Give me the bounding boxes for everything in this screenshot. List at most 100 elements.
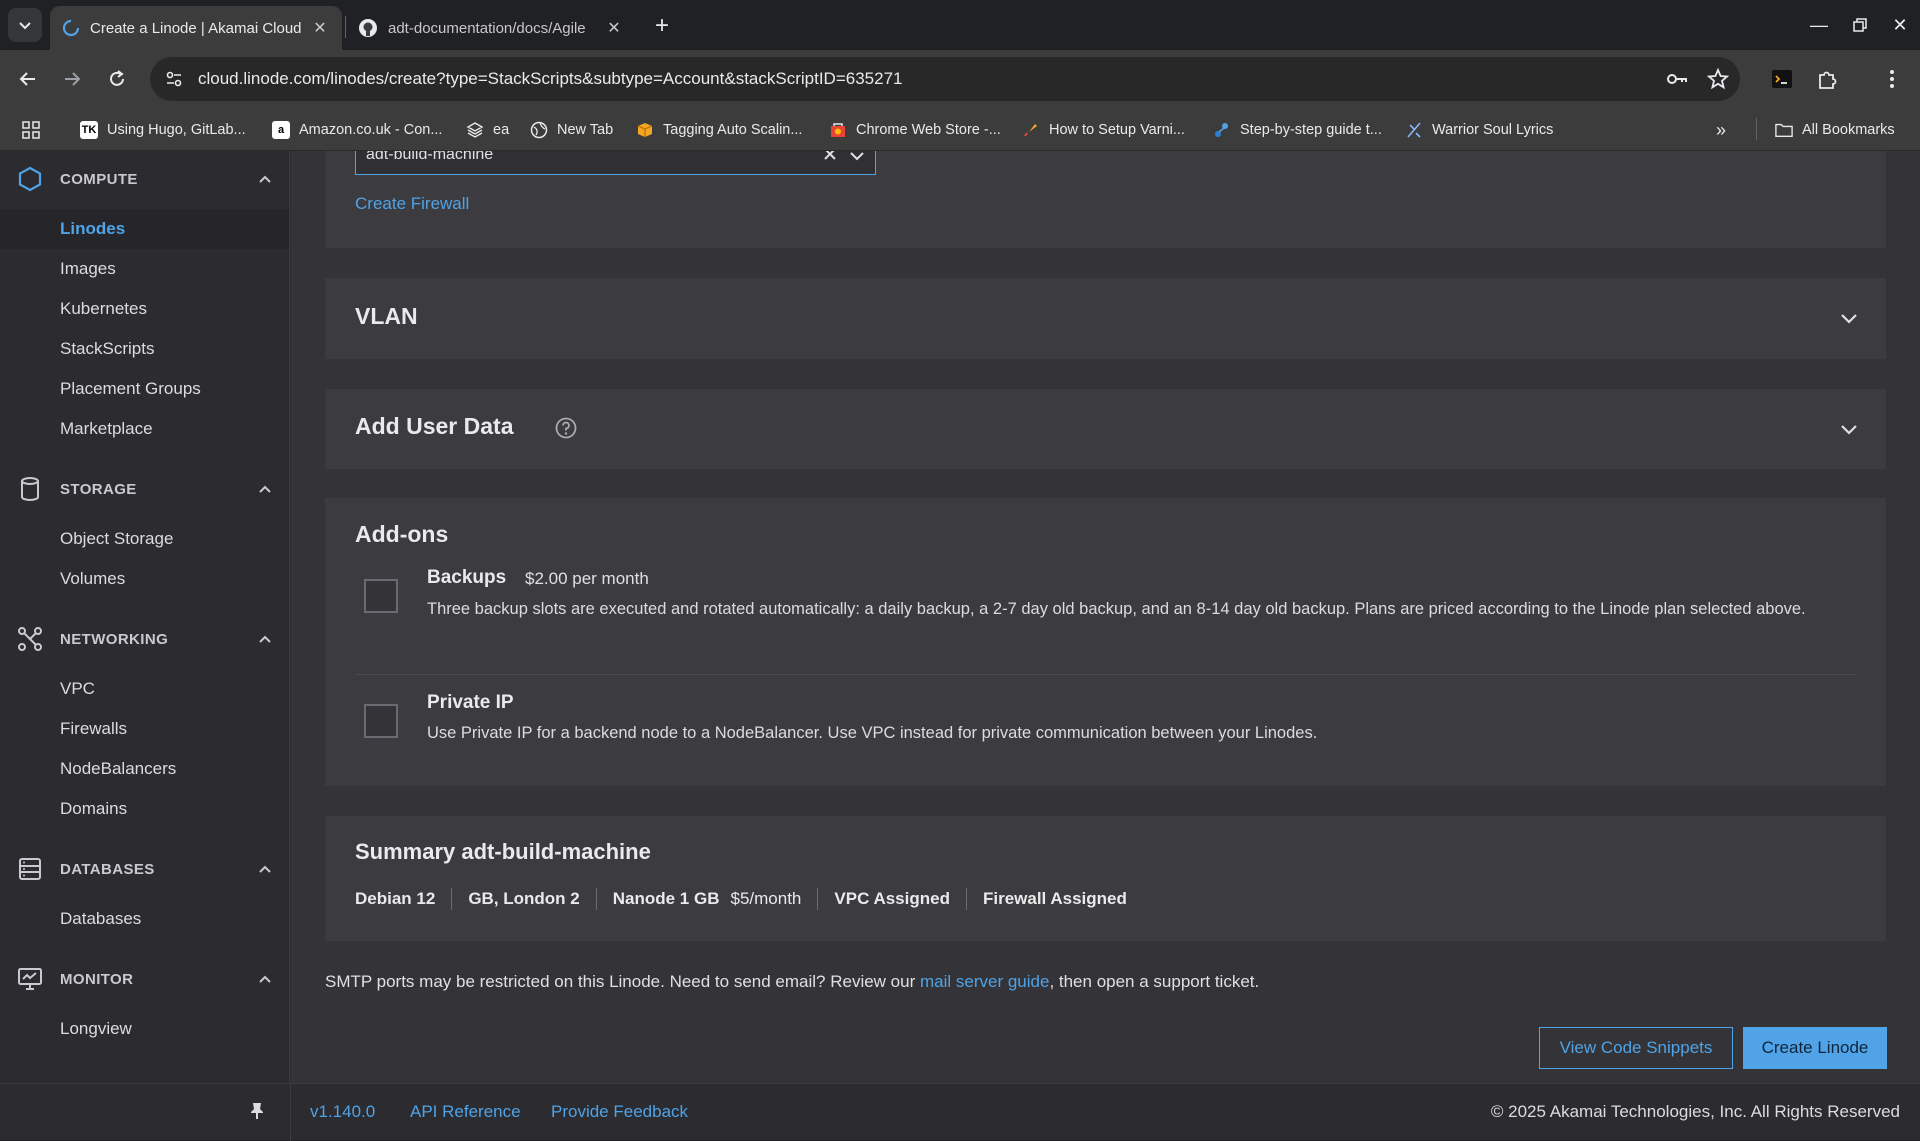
minimize-icon[interactable]: — — [1804, 10, 1834, 40]
summary-plan: Nanode 1 GB $5/month — [612, 889, 802, 908]
app-footer: v1.140.0 API Reference Provide Feedback … — [0, 1083, 1920, 1141]
sidebar-item-longview[interactable]: Longview — [0, 1009, 289, 1049]
sidebar-item-domains[interactable]: Domains — [0, 789, 289, 829]
backups-checkbox[interactable] — [364, 579, 398, 613]
sidebar-item-kubernetes[interactable]: Kubernetes — [0, 289, 289, 329]
addons-title: Add-ons — [355, 521, 449, 547]
sidebar: COMPUTE Linodes Images Kubernetes StackS… — [0, 151, 290, 1083]
all-bookmarks-button[interactable]: All Bookmarks — [1775, 118, 1895, 142]
sidebar-item-vpc[interactable]: VPC — [0, 669, 289, 709]
summary-region: GB, London 2 — [468, 889, 580, 908]
linode-app: COMPUTE Linodes Images Kubernetes StackS… — [0, 151, 1920, 1141]
bookmark-label: Tagging Auto Scalin... — [663, 122, 803, 138]
sidebar-item-databases[interactable]: Databases — [0, 899, 289, 939]
firewall-card: adt-build-machine Create Firewall — [325, 151, 1886, 248]
warrior-favicon-icon — [1405, 121, 1423, 139]
sidebar-item-linodes[interactable]: Linodes — [0, 209, 289, 249]
forward-button[interactable] — [55, 62, 89, 96]
bookmark-label: Amazon.co.uk - Con... — [299, 122, 443, 138]
more-bookmarks-icon[interactable]: » — [1716, 118, 1726, 142]
private-ip-checkbox[interactable] — [364, 704, 398, 738]
bookmark-item[interactable]: a Amazon.co.uk - Con... — [272, 118, 442, 142]
summary-price: $5/month — [730, 889, 802, 908]
bookmark-label: Warrior Soul Lyrics — [1432, 122, 1554, 138]
provide-feedback-link[interactable]: Provide Feedback — [551, 1102, 688, 1122]
restore-icon[interactable] — [1845, 10, 1875, 40]
summary-firewall: Firewall Assigned — [982, 889, 1127, 908]
vlan-card[interactable]: VLAN — [325, 278, 1886, 359]
mail-server-guide-link[interactable]: mail server guide — [920, 972, 1049, 991]
bookmark-item[interactable]: ea — [466, 118, 509, 142]
firewall-select[interactable]: adt-build-machine — [355, 151, 876, 175]
close-icon[interactable]: ✕ — [604, 18, 624, 38]
sidebar-item-volumes[interactable]: Volumes — [0, 559, 289, 599]
extensions-puzzle-icon[interactable] — [1815, 67, 1839, 91]
new-tab-button[interactable]: + — [648, 12, 676, 40]
terminal-extension-icon[interactable] — [1770, 67, 1794, 91]
bookmark-item[interactable]: How to Setup Varni... — [1022, 118, 1185, 142]
url-text: cloud.linode.com/linodes/create?type=Sta… — [198, 69, 903, 88]
github-icon — [359, 19, 377, 37]
window-close-icon[interactable]: ✕ — [1885, 10, 1915, 40]
bookmark-label: ea — [493, 122, 510, 138]
chevron-down-icon[interactable] — [849, 151, 865, 167]
network-nodes-icon — [17, 626, 43, 652]
chevron-down-icon[interactable] — [1840, 422, 1858, 440]
user-data-card[interactable]: Add User Data — [325, 389, 1886, 469]
sidebar-section-compute[interactable]: COMPUTE — [0, 159, 289, 199]
database-stack-icon — [17, 856, 43, 882]
backups-title: Backups — [427, 567, 507, 588]
bookmark-item[interactable]: TK Using Hugo, GitLab... — [80, 118, 246, 142]
all-bookmarks-label: All Bookmarks — [1802, 122, 1895, 138]
view-code-snippets-button[interactable]: View Code Snippets — [1539, 1027, 1733, 1069]
sidebar-item-nodebalancers[interactable]: NodeBalancers — [0, 749, 289, 789]
browser-toolbar: cloud.linode.com/linodes/create?type=Sta… — [0, 50, 1920, 108]
back-button[interactable] — [11, 62, 45, 96]
bookmark-item[interactable]: Tagging Auto Scalin... — [636, 118, 802, 142]
apps-grid-icon[interactable] — [22, 118, 40, 142]
pin-icon[interactable] — [250, 1102, 264, 1125]
create-firewall-link[interactable]: Create Firewall — [355, 194, 469, 214]
sidebar-item-placement-groups[interactable]: Placement Groups — [0, 369, 289, 409]
more-menu-icon[interactable] — [1880, 67, 1904, 91]
close-icon[interactable]: ✕ — [310, 18, 330, 38]
api-reference-link[interactable]: API Reference — [410, 1102, 521, 1122]
tk-favicon-icon: TK — [80, 121, 98, 139]
bookmark-item[interactable]: Chrome Web Store -... — [829, 118, 1001, 142]
chevron-down-icon[interactable] — [1840, 311, 1858, 329]
reload-button[interactable] — [100, 62, 134, 96]
browser-tab-bar: Create a Linode | Akamai Cloud ✕ adt-doc… — [0, 0, 1920, 50]
create-linode-button[interactable]: Create Linode — [1743, 1027, 1887, 1069]
clear-icon[interactable] — [823, 151, 837, 166]
hexagon-icon — [17, 166, 43, 192]
sidebar-section-label: DATABASES — [60, 860, 155, 878]
help-icon[interactable] — [555, 417, 577, 444]
tab-search-button[interactable] — [8, 8, 42, 42]
sidebar-item-firewalls[interactable]: Firewalls — [0, 709, 289, 749]
bookmark-label: Using Hugo, GitLab... — [107, 122, 246, 138]
chevron-up-icon — [258, 171, 272, 187]
tab-create-linode[interactable]: Create a Linode | Akamai Cloud ✕ — [50, 6, 342, 50]
sidebar-item-object-storage[interactable]: Object Storage — [0, 519, 289, 559]
sidebar-section-networking[interactable]: NETWORKING — [0, 619, 289, 659]
bookmark-star-icon[interactable] — [1706, 67, 1730, 91]
summary-image: Debian 12 — [355, 889, 436, 908]
private-ip-title: Private IP — [427, 692, 514, 713]
tab-title: Create a Linode | Akamai Cloud — [90, 19, 302, 37]
sidebar-section-storage[interactable]: STORAGE — [0, 469, 289, 509]
tab-adt-documentation[interactable]: adt-documentation/docs/Agile ✕ — [346, 6, 636, 50]
password-key-icon[interactable] — [1665, 67, 1689, 91]
version-link[interactable]: v1.140.0 — [310, 1102, 375, 1122]
sidebar-section-monitor[interactable]: MONITOR — [0, 959, 289, 999]
bookmark-item[interactable]: Step-by-step guide t... — [1213, 118, 1382, 142]
sidebar-item-images[interactable]: Images — [0, 249, 289, 289]
rocket-icon — [1022, 121, 1040, 139]
bookmark-item[interactable]: Warrior Soul Lyrics — [1405, 118, 1553, 142]
sidebar-item-stackscripts[interactable]: StackScripts — [0, 329, 289, 369]
sidebar-item-marketplace[interactable]: Marketplace — [0, 409, 289, 449]
site-settings-icon[interactable] — [164, 69, 184, 89]
bookmark-item[interactable]: New Tab — [530, 118, 613, 142]
sidebar-section-databases[interactable]: DATABASES — [0, 849, 289, 889]
chrome-store-icon — [829, 121, 847, 139]
address-bar[interactable]: cloud.linode.com/linodes/create?type=Sta… — [150, 57, 1740, 101]
